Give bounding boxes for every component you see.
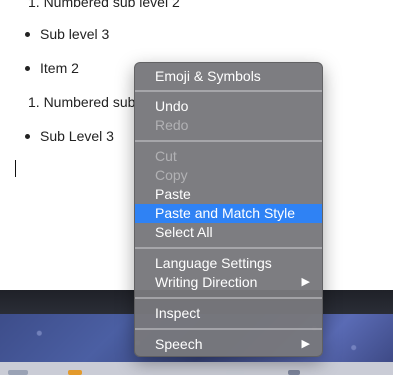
bullet-icon xyxy=(25,134,30,139)
bullet-list-item[interactable]: Item 2 xyxy=(40,59,79,77)
menu-item-inspect[interactable]: Inspect xyxy=(135,304,322,323)
bullet-icon xyxy=(25,32,30,37)
numbered-list-item[interactable]: 1. Numbered sub level 2 xyxy=(28,0,180,11)
menu-item-label: Speech xyxy=(155,336,203,352)
menu-item-undo[interactable]: Undo xyxy=(135,97,322,116)
menu-item-cut[interactable]: Cut xyxy=(135,147,322,166)
menu-separator xyxy=(135,328,322,330)
menu-item-emoji-symbols[interactable]: Emoji & Symbols xyxy=(135,67,322,86)
menu-separator xyxy=(135,90,322,92)
dock-app-icon[interactable] xyxy=(226,370,244,375)
menu-item-speech[interactable]: Speech ▶ xyxy=(135,335,322,354)
menu-item-label: Writing Direction xyxy=(155,274,258,290)
context-menu: Emoji & Symbols Undo Redo Cut Copy Paste… xyxy=(134,62,323,357)
bullet-list-item[interactable]: Sub Level 3 xyxy=(40,127,114,145)
menu-item-language-settings[interactable]: Language Settings xyxy=(135,254,322,273)
menu-separator xyxy=(135,140,322,142)
menu-separator xyxy=(135,297,322,299)
dock-app-icon[interactable] xyxy=(8,370,28,375)
menu-item-select-all[interactable]: Select All xyxy=(135,223,322,242)
numbered-list-item[interactable]: 1. Numbered sub xyxy=(28,93,135,111)
menu-item-paste[interactable]: Paste xyxy=(135,185,322,204)
menu-item-redo[interactable]: Redo xyxy=(135,116,322,135)
menu-separator xyxy=(135,247,322,249)
submenu-arrow-icon: ▶ xyxy=(301,338,310,350)
menu-item-writing-direction[interactable]: Writing Direction ▶ xyxy=(135,273,322,292)
submenu-arrow-icon: ▶ xyxy=(301,276,310,288)
bullet-icon xyxy=(25,66,30,71)
bullet-list-item[interactable]: Sub level 3 xyxy=(40,25,109,43)
menu-item-copy[interactable]: Copy xyxy=(135,166,322,185)
dock-app-icon[interactable] xyxy=(68,370,82,375)
dock xyxy=(0,362,393,375)
menu-item-paste-and-match-style[interactable]: Paste and Match Style xyxy=(135,204,322,223)
dock-app-icon[interactable] xyxy=(288,370,300,375)
text-cursor xyxy=(15,160,16,177)
